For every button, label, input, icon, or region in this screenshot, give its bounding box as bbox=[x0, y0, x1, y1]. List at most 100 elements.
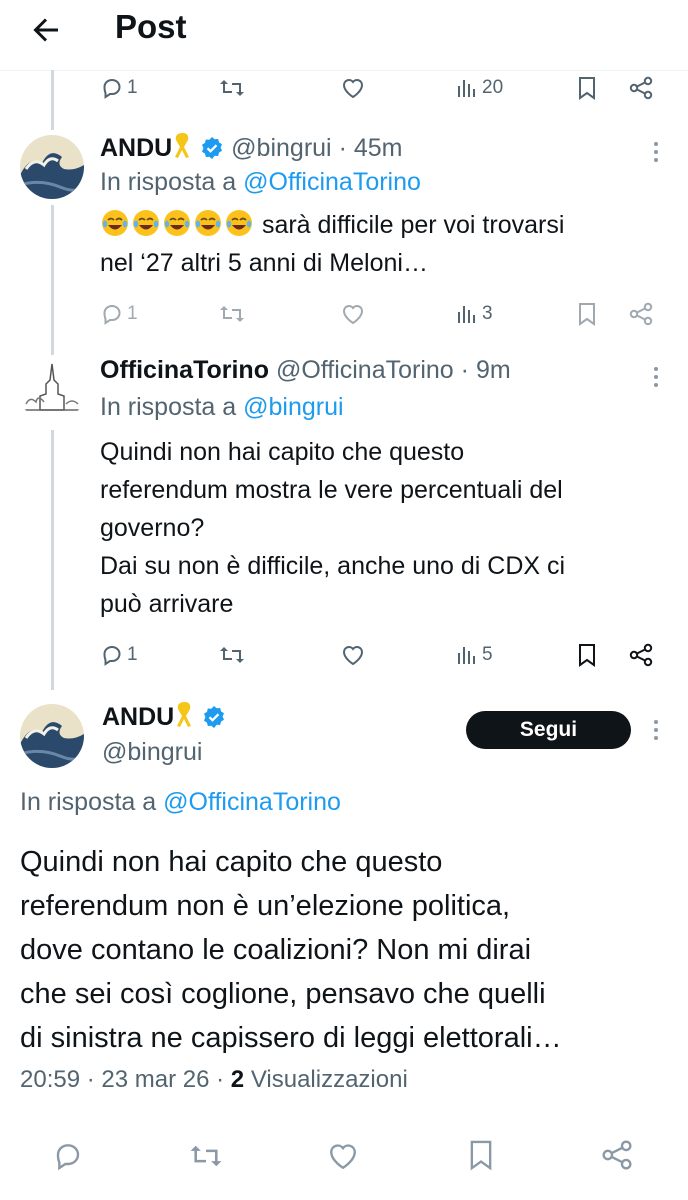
like-button[interactable] bbox=[340, 294, 366, 334]
laughing-emoji-icon bbox=[133, 210, 159, 236]
share-button[interactable] bbox=[628, 294, 654, 334]
display-name[interactable]: ANDU bbox=[102, 703, 174, 731]
reply-count: 1 bbox=[127, 644, 138, 665]
user-handle[interactable]: @bingrui bbox=[102, 738, 202, 766]
post-header: ANDU @bingrui · 45m bbox=[100, 131, 402, 163]
yellow-ribbon-icon bbox=[175, 133, 190, 158]
main-handle-row: @bingrui bbox=[102, 738, 202, 767]
repost-button[interactable] bbox=[218, 635, 246, 675]
reply-icon bbox=[103, 78, 121, 99]
views-count: 3 bbox=[482, 303, 493, 324]
top-bar: Post bbox=[0, 0, 688, 71]
bookmark-button[interactable] bbox=[576, 635, 598, 675]
post-time: · 9m bbox=[460, 356, 511, 384]
like-icon bbox=[342, 79, 364, 99]
display-name[interactable]: OfficinaTorino bbox=[100, 356, 269, 384]
verified-icon bbox=[204, 706, 225, 728]
reply-context: In risposta a @OfficinaTorino bbox=[100, 168, 421, 197]
views-button[interactable]: 3 bbox=[455, 294, 493, 334]
action-bar: 1 3 bbox=[100, 294, 660, 334]
reply-to-link[interactable]: @bingrui bbox=[243, 393, 343, 421]
text-line: nel ‘27 altri 5 anni di Meloni… bbox=[100, 249, 428, 277]
page-title: Post bbox=[115, 8, 187, 45]
bookmark-icon bbox=[579, 303, 595, 326]
reply-context: In risposta a @bingrui bbox=[100, 393, 344, 422]
reply-icon bbox=[103, 645, 121, 666]
laughing-emoji-icon bbox=[195, 210, 221, 236]
reply-prefix: In risposta a bbox=[100, 393, 237, 421]
avatar[interactable] bbox=[20, 135, 84, 199]
post-text: sarà difficile per voi trovarsi nel ‘27 … bbox=[100, 206, 660, 282]
reply-count: 1 bbox=[127, 77, 138, 98]
text-line: sarà difficile per voi trovarsi bbox=[100, 206, 660, 244]
share-button[interactable] bbox=[628, 635, 654, 675]
share-icon bbox=[629, 76, 653, 100]
laughing-emoji-icon bbox=[226, 210, 252, 236]
text-line: referendum mostra le vere percentuali de… bbox=[100, 476, 563, 504]
repost-icon bbox=[220, 647, 244, 663]
text-line: Quindi non hai capito che questo bbox=[100, 438, 465, 466]
reply-button[interactable]: 1 bbox=[100, 635, 138, 675]
verified-icon bbox=[202, 137, 223, 159]
yellow-ribbon-icon bbox=[177, 702, 192, 727]
wave-avatar-image bbox=[20, 135, 84, 199]
reply-to-link[interactable]: @OfficinaTorino bbox=[163, 788, 341, 816]
display-name[interactable]: ANDU bbox=[100, 134, 172, 162]
views-icon bbox=[458, 80, 475, 97]
follow-button[interactable]: Segui bbox=[466, 711, 631, 749]
views-icon bbox=[458, 647, 475, 664]
avatar[interactable] bbox=[20, 704, 84, 768]
text-line: Quindi non hai capito che questo bbox=[20, 846, 443, 878]
text-line-1: sarà difficile per voi trovarsi bbox=[261, 211, 565, 239]
mole-antonelliana-avatar-image bbox=[20, 360, 84, 424]
repost-icon bbox=[220, 80, 244, 96]
bookmark-button[interactable] bbox=[576, 294, 598, 334]
bookmark-icon bbox=[579, 77, 595, 100]
share-icon[interactable] bbox=[600, 1138, 634, 1172]
post-timestamp: 20:59 · 23 mar 26 · 2 Visualizzazioni bbox=[20, 1066, 408, 1094]
bookmark-button[interactable] bbox=[576, 68, 598, 108]
timestamp-text: 20:59 · 23 mar 26 · bbox=[20, 1066, 225, 1093]
share-icon bbox=[629, 302, 653, 326]
bookmark-icon[interactable] bbox=[466, 1138, 496, 1172]
user-handle[interactable]: @bingrui bbox=[231, 134, 331, 162]
more-icon[interactable] bbox=[646, 138, 666, 168]
repost-icon[interactable] bbox=[188, 1140, 224, 1172]
text-line: governo? bbox=[100, 514, 205, 542]
reply-to-link[interactable]: @OfficinaTorino bbox=[243, 168, 421, 196]
avatar[interactable] bbox=[20, 360, 84, 424]
reply-button[interactable]: 1 bbox=[100, 294, 138, 334]
text-line: che sei così coglione, pensavo che quell… bbox=[20, 978, 546, 1010]
post-text: Quindi non hai capito che questo referen… bbox=[100, 433, 660, 623]
repost-button[interactable] bbox=[218, 68, 246, 108]
text-line: dove contano le coalizioni? Non mi dirai bbox=[20, 934, 532, 966]
action-bar: 1 20 bbox=[100, 68, 660, 108]
like-icon bbox=[342, 305, 364, 325]
reply-context: In risposta a @OfficinaTorino bbox=[20, 788, 341, 817]
like-icon[interactable] bbox=[326, 1140, 360, 1172]
like-button[interactable] bbox=[340, 635, 366, 675]
back-arrow-icon[interactable] bbox=[28, 12, 64, 48]
user-handle[interactable]: @OfficinaTorino bbox=[276, 356, 454, 384]
more-icon[interactable] bbox=[646, 716, 666, 746]
bottom-action-bar bbox=[0, 1120, 688, 1190]
share-button[interactable] bbox=[628, 68, 654, 108]
text-line: Dai su non è difficile, anche uno di CDX… bbox=[100, 552, 566, 580]
repost-button[interactable] bbox=[218, 294, 246, 334]
post-text: Quindi non hai capito che questo referen… bbox=[20, 840, 670, 1060]
laughing-emoji-icon bbox=[102, 210, 128, 236]
reply-icon[interactable] bbox=[52, 1140, 84, 1172]
reply-prefix: In risposta a bbox=[20, 788, 157, 816]
post-header: ANDU bbox=[102, 700, 226, 732]
like-button[interactable] bbox=[340, 68, 366, 108]
like-icon bbox=[342, 646, 364, 666]
more-icon[interactable] bbox=[646, 363, 666, 393]
reply-icon bbox=[103, 304, 121, 325]
views-button[interactable]: 20 bbox=[455, 68, 503, 108]
reply-button[interactable]: 1 bbox=[100, 68, 138, 108]
views-button[interactable]: 5 bbox=[455, 635, 493, 675]
views-count: 5 bbox=[482, 644, 493, 665]
action-bar: 1 5 bbox=[100, 635, 660, 675]
text-line: di sinistra ne capissero di leggi eletto… bbox=[20, 1022, 562, 1054]
reply-count: 1 bbox=[127, 303, 138, 324]
